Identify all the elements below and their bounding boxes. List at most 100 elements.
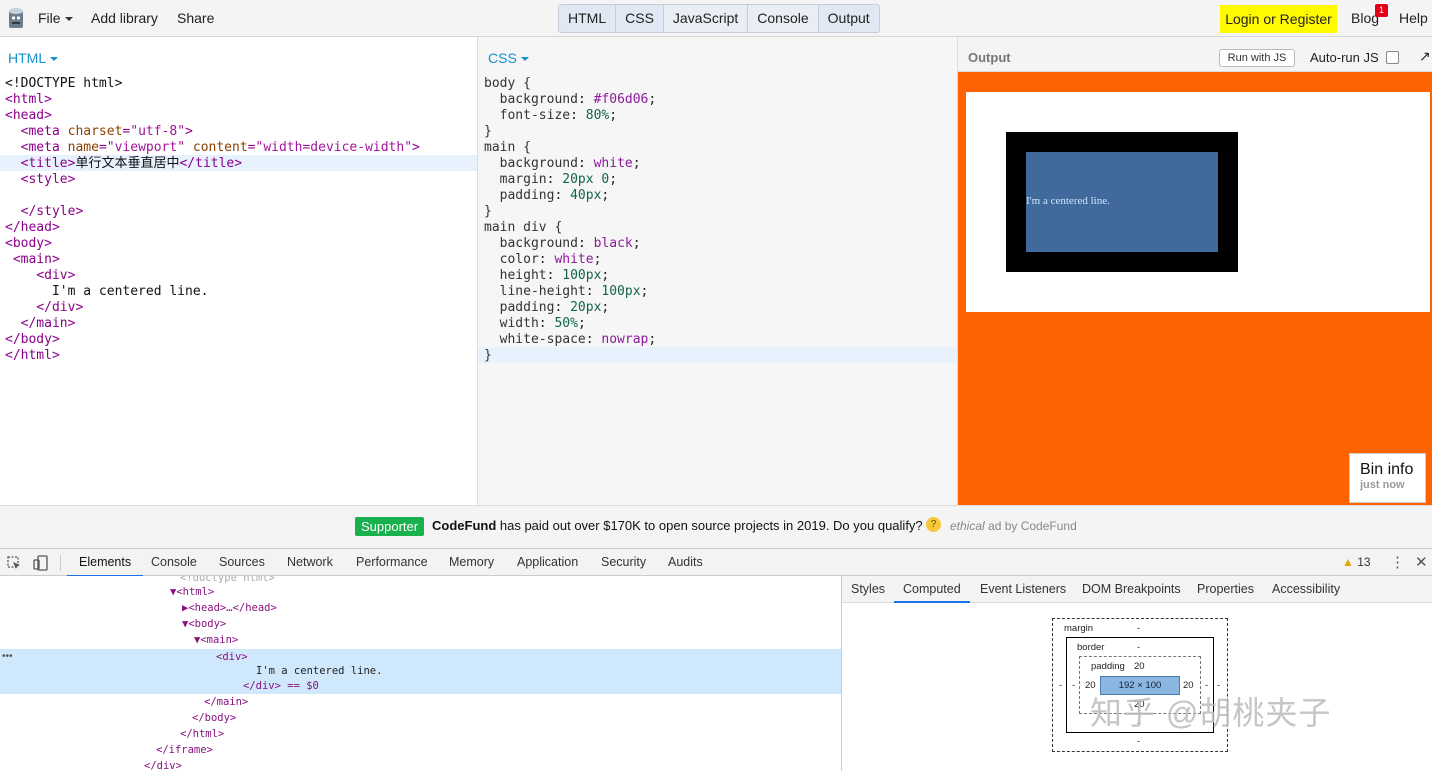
css-code-line[interactable]: white-space: nowrap;: [484, 332, 657, 348]
padding-top-value[interactable]: 20: [1134, 661, 1145, 672]
dom-node-div-close[interactable]: </div> == $0: [243, 678, 319, 694]
dom-node-iframe-close[interactable]: </iframe>: [156, 742, 213, 758]
html-code[interactable]: <!DOCTYPE html> <html> <head> <meta charse…: [5, 76, 420, 364]
html-code-line[interactable]: </head>: [5, 220, 420, 236]
margin-bottom-value[interactable]: -: [1137, 736, 1140, 747]
dom-node-div-close-outer[interactable]: </div>: [144, 758, 182, 771]
html-code-line[interactable]: <style>: [5, 172, 420, 188]
bin-info-time: just now: [1360, 479, 1405, 491]
css-panel-title[interactable]: CSS: [488, 50, 529, 66]
css-code-line[interactable]: line-height: 100px;: [484, 284, 656, 300]
html-code-line[interactable]: <meta charset="utf-8">: [5, 124, 420, 140]
css-code-line[interactable]: main div {: [484, 220, 656, 236]
tab-output[interactable]: Output: [818, 5, 879, 32]
css-code[interactable]: body { background: #f06d06; font-size: 8…: [484, 76, 656, 364]
output-title: Output: [968, 50, 1011, 65]
popout-arrow-icon[interactable]: ↗: [1419, 48, 1431, 65]
close-icon[interactable]: ✕: [1415, 549, 1428, 576]
css-code-line[interactable]: height: 100px;: [484, 268, 656, 284]
tab-elements[interactable]: Elements: [66, 549, 144, 577]
dom-node-div[interactable]: <div>: [216, 649, 248, 665]
css-code-line[interactable]: width: 50%;: [484, 316, 656, 332]
tab-accessibility[interactable]: Accessibility: [1272, 576, 1340, 602]
css-code-line[interactable]: color: white;: [484, 252, 656, 268]
css-code-line[interactable]: font-size: 80%;: [484, 108, 656, 124]
tab-security[interactable]: Security: [601, 549, 646, 576]
auto-run-js-checkbox[interactable]: [1386, 51, 1399, 64]
dom-node-head[interactable]: ▶<head>…</head>: [182, 600, 277, 616]
css-code-line[interactable]: background: black;: [484, 236, 656, 252]
ad-message[interactable]: CodeFund has paid out over $170K to open…: [432, 518, 923, 533]
html-code-line[interactable]: [5, 188, 420, 204]
html-code-line[interactable]: <title>单行文本垂直居中</title>: [5, 156, 420, 172]
html-code-line[interactable]: <main>: [5, 252, 420, 268]
inspect-element-icon[interactable]: [7, 556, 22, 571]
tab-event-listeners[interactable]: Event Listeners: [980, 576, 1066, 602]
html-code-line[interactable]: </div>: [5, 300, 420, 316]
html-code-line[interactable]: <html>: [5, 92, 420, 108]
more-options-icon[interactable]: ⋮: [1390, 549, 1405, 576]
border-left-value[interactable]: -: [1072, 680, 1075, 691]
tab-html[interactable]: HTML: [559, 5, 617, 32]
html-code-line[interactable]: </main>: [5, 316, 420, 332]
add-library-button[interactable]: Add library: [91, 0, 158, 37]
html-code-line[interactable]: <!DOCTYPE html>: [5, 76, 420, 92]
tab-performance[interactable]: Performance: [356, 549, 428, 576]
tab-network[interactable]: Network: [287, 549, 333, 576]
css-code-line[interactable]: main {: [484, 140, 656, 156]
dom-node-body[interactable]: ▼<body>: [182, 616, 226, 632]
node-ellipsis-icon[interactable]: •••: [2, 651, 13, 662]
dom-node-main-close[interactable]: </main>: [204, 694, 248, 710]
device-toolbar-icon[interactable]: [33, 555, 49, 571]
tab-properties[interactable]: Properties: [1197, 576, 1254, 602]
html-code-line[interactable]: <meta name="viewport" content="width=dev…: [5, 140, 420, 156]
bin-info-button[interactable]: Bin info just now: [1349, 453, 1426, 503]
css-code-line[interactable]: }: [484, 348, 656, 364]
share-button[interactable]: Share: [177, 0, 214, 37]
html-code-line[interactable]: I'm a centered line.: [5, 284, 420, 300]
html-code-line[interactable]: </html>: [5, 348, 420, 364]
margin-left-value[interactable]: -: [1059, 680, 1062, 691]
zhihu-watermark: 知乎 @胡桃夹子: [1090, 695, 1332, 731]
dom-node-main[interactable]: ▼<main>: [194, 632, 238, 648]
html-code-line[interactable]: </body>: [5, 332, 420, 348]
ad-attribution[interactable]: ethical ad by CodeFund: [950, 519, 1077, 533]
margin-top-value[interactable]: -: [1137, 623, 1140, 634]
tab-console[interactable]: Console: [151, 549, 197, 576]
html-panel-title[interactable]: HTML: [8, 50, 59, 66]
tab-sources[interactable]: Sources: [219, 549, 265, 576]
dom-node-body-close[interactable]: </body>: [192, 710, 236, 726]
css-code-line[interactable]: margin: 20px 0;: [484, 172, 656, 188]
css-code-line[interactable]: background: white;: [484, 156, 656, 172]
warnings-counter[interactable]: ▲ 13: [1342, 549, 1371, 576]
dom-node-html-close[interactable]: </html>: [180, 726, 224, 742]
tab-application[interactable]: Application: [517, 549, 578, 576]
tab-memory[interactable]: Memory: [449, 549, 494, 576]
run-with-js-button[interactable]: Run with JS: [1219, 49, 1295, 67]
tab-javascript[interactable]: JavaScript: [664, 5, 749, 32]
tab-computed[interactable]: Computed: [894, 576, 970, 603]
tab-console[interactable]: Console: [748, 5, 819, 32]
css-code-line[interactable]: body {: [484, 76, 656, 92]
html-code-line[interactable]: </style>: [5, 204, 420, 220]
tab-audits[interactable]: Audits: [668, 549, 703, 576]
help-link[interactable]: Help: [1399, 0, 1428, 37]
css-code-line[interactable]: }: [484, 124, 656, 140]
css-code-line[interactable]: padding: 40px;: [484, 188, 656, 204]
html-code-line[interactable]: <body>: [5, 236, 420, 252]
html-code-line[interactable]: <head>: [5, 108, 420, 124]
css-code-line[interactable]: background: #f06d06;: [484, 92, 657, 108]
tab-dom-breakpoints[interactable]: DOM Breakpoints: [1082, 576, 1181, 602]
tab-css[interactable]: CSS: [616, 5, 664, 32]
dom-node-text[interactable]: I'm a centered line.: [256, 663, 382, 679]
file-menu[interactable]: File: [38, 0, 73, 37]
login-register-button[interactable]: Login or Register: [1220, 5, 1337, 33]
html-code-line[interactable]: <div>: [5, 268, 420, 284]
tab-styles[interactable]: Styles: [851, 576, 885, 602]
border-top-value[interactable]: -: [1137, 642, 1140, 653]
dom-node-html[interactable]: ▼<html>: [170, 584, 214, 600]
jsbin-logo-icon[interactable]: [6, 7, 26, 30]
css-code-line[interactable]: }: [484, 204, 656, 220]
css-code-line[interactable]: padding: 20px;: [484, 300, 656, 316]
supporter-badge[interactable]: Supporter: [355, 517, 425, 536]
